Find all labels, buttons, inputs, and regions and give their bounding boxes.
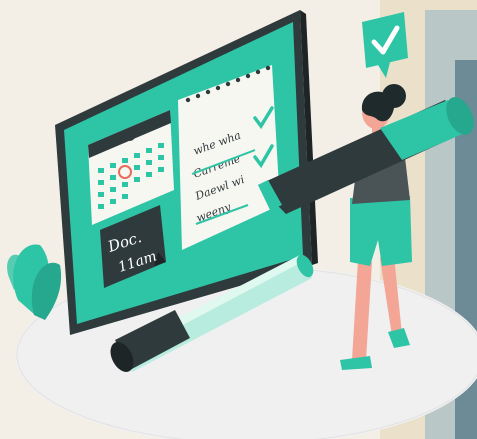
illustration-svg: Doc. 11am whe wha Carreme Daewl wi weeny bbox=[7, 0, 477, 439]
pin-icon bbox=[125, 131, 135, 141]
illustration-scene: Doc. 11am whe wha Carreme Daewl wi weeny bbox=[0, 0, 477, 439]
